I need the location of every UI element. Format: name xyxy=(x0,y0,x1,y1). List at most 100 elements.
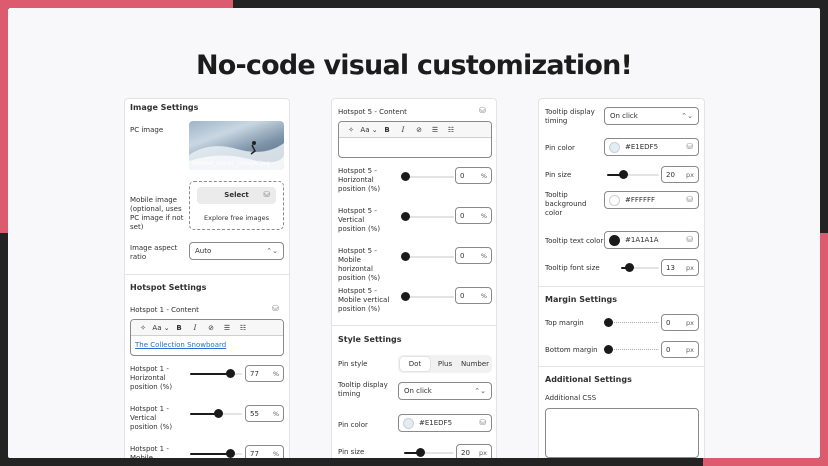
pin-color-label: Pin color xyxy=(545,144,575,152)
pin-size-input[interactable]: 20 px xyxy=(661,166,699,183)
pin-color-input[interactable]: #E1EDF5 ⛁ xyxy=(604,138,699,156)
hotspot1-rich-text-editor[interactable]: ✧ Aa ⌄ B I ⊘ ☰ ☷ The Collection Snowboar… xyxy=(130,319,284,356)
database-icon[interactable]: ⛁ xyxy=(479,106,486,115)
tooltip-font-size-label: Tooltip font size xyxy=(545,264,600,272)
mh1-position-input[interactable]: 77% xyxy=(245,445,284,458)
hotspot1-content-label: Hotspot 1 - Content xyxy=(130,306,199,314)
v1-position-input[interactable]: 55% xyxy=(245,405,284,422)
color-swatch[interactable] xyxy=(403,418,414,429)
mv5-slider-thumb[interactable] xyxy=(401,292,410,301)
mh1-slider-thumb[interactable] xyxy=(226,449,235,458)
mh5-position-input[interactable]: 0% xyxy=(455,247,492,264)
pin-style-segmented-control[interactable]: Dot Plus Number xyxy=(398,355,492,373)
divider xyxy=(539,366,704,367)
numbered-list-icon[interactable]: ☷ xyxy=(443,126,459,134)
h5-value: 0 xyxy=(460,171,465,180)
unit-label: % xyxy=(480,251,487,260)
bg-accent-left xyxy=(0,0,8,233)
aspect-ratio-label: Image aspect ratio xyxy=(130,244,178,261)
section-title-margin: Margin Settings xyxy=(545,295,618,304)
section-title-style: Style Settings xyxy=(338,335,402,344)
timing-select[interactable]: On click ⌃⌄ xyxy=(398,382,492,400)
aspect-ratio-select[interactable]: Auto ⌃⌄ xyxy=(189,242,284,260)
select-button[interactable]: Select ⛁ xyxy=(197,187,276,204)
text-style-icon[interactable]: Aa ⌄ xyxy=(151,324,171,332)
timing-value: On click xyxy=(610,112,638,120)
database-icon: ⛁ xyxy=(686,195,693,204)
database-icon[interactable]: ⛁ xyxy=(272,304,279,313)
pc-image-thumbnail[interactable]: theme_cover_image.jpg xyxy=(189,121,284,170)
color-swatch[interactable] xyxy=(609,142,620,153)
tooltip-font-size-input[interactable]: 13 px xyxy=(661,259,699,276)
h5-position-input[interactable]: 0% xyxy=(455,167,492,184)
link-icon[interactable]: ⊘ xyxy=(203,324,219,332)
unit-label: px xyxy=(479,448,487,457)
italic-icon[interactable]: I xyxy=(187,324,203,332)
hotspot5-content-label: Hotspot 5 - Content xyxy=(338,108,407,116)
pin-size-slider-thumb[interactable] xyxy=(619,170,628,179)
bullet-list-icon[interactable]: ☰ xyxy=(219,324,235,332)
tooltip-text-color-label: Tooltip text color xyxy=(545,237,604,245)
rte-link-text[interactable]: The Collection Snowboard xyxy=(131,336,283,354)
v5-slider-track[interactable] xyxy=(404,216,454,218)
mv5-position-input[interactable]: 0% xyxy=(455,287,492,304)
tooltip-text-color-input[interactable]: #1A1A1A ⛁ xyxy=(604,231,699,249)
text-style-icon[interactable]: Aa ⌄ xyxy=(359,126,379,134)
tooltip-font-slider-thumb[interactable] xyxy=(625,263,634,272)
mh5-position-label: Hotspot 5 - Mobile horizontal position (… xyxy=(338,247,381,282)
color-swatch[interactable] xyxy=(609,235,620,246)
v5-slider-thumb[interactable] xyxy=(401,212,410,221)
hotspot5-rich-text-editor[interactable]: ✧ Aa ⌄ B I ⊘ ☰ ☷ xyxy=(338,121,492,158)
top-margin-slider-thumb[interactable] xyxy=(604,318,613,327)
pin-style-number[interactable]: Number xyxy=(460,357,490,371)
numbered-list-icon[interactable]: ☷ xyxy=(235,324,251,332)
additional-css-textarea[interactable] xyxy=(545,408,699,458)
v1-slider-thumb[interactable] xyxy=(214,409,223,418)
v5-position-input[interactable]: 0% xyxy=(455,207,492,224)
section-title-additional: Additional Settings xyxy=(545,375,632,384)
color-swatch[interactable] xyxy=(609,195,620,206)
h5-slider-thumb[interactable] xyxy=(401,172,410,181)
pin-color-value: #E1EDF5 xyxy=(419,419,453,427)
link-icon[interactable]: ⊘ xyxy=(411,126,427,134)
bold-icon[interactable]: B xyxy=(379,126,395,134)
divider xyxy=(539,286,704,287)
pin-style-dot[interactable]: Dot xyxy=(400,357,430,371)
timing-select[interactable]: On click ⌃⌄ xyxy=(604,107,699,125)
top-margin-input[interactable]: 0 px xyxy=(661,314,699,331)
bottom-margin-slider-thumb[interactable] xyxy=(604,345,613,354)
mh5-slider-track[interactable] xyxy=(404,256,454,258)
mobile-image-dropzone[interactable]: Select ⛁ Explore free images xyxy=(189,181,284,230)
pc-image-label: PC image xyxy=(130,126,164,134)
h1-position-input[interactable]: 77% xyxy=(245,365,284,382)
pin-color-input[interactable]: #E1EDF5 ⛁ xyxy=(398,414,492,432)
pin-size-input[interactable]: 20 px xyxy=(456,444,492,458)
italic-icon[interactable]: I xyxy=(395,126,411,134)
bullet-list-icon[interactable]: ☰ xyxy=(427,126,443,134)
database-icon: ⛁ xyxy=(686,235,693,244)
h1-slider-thumb[interactable] xyxy=(226,369,235,378)
bottom-margin-label: Bottom margin xyxy=(545,346,598,354)
mh1-position-label: Hotspot 1 - Mobile horizontal position (… xyxy=(130,445,169,458)
unit-label: % xyxy=(480,291,487,300)
magic-icon[interactable]: ✧ xyxy=(343,126,359,134)
explore-free-images-link[interactable]: Explore free images xyxy=(190,214,283,222)
mh1-value: 77 xyxy=(250,449,259,458)
pin-color-label: Pin color xyxy=(338,421,368,429)
pin-size-slider-thumb[interactable] xyxy=(416,448,425,457)
bold-icon[interactable]: B xyxy=(171,324,187,332)
v1-value: 55 xyxy=(250,409,259,418)
pin-size-value: 20 xyxy=(461,448,470,457)
tooltip-bg-input[interactable]: #FFFFFF ⛁ xyxy=(604,191,699,209)
magic-icon[interactable]: ✧ xyxy=(135,324,151,332)
v1-position-label: Hotspot 1 - Vertical position (%) xyxy=(130,405,173,431)
rte-toolbar: ✧ Aa ⌄ B I ⊘ ☰ ☷ xyxy=(131,320,283,336)
pin-style-plus[interactable]: Plus xyxy=(430,357,460,371)
mv5-slider-track[interactable] xyxy=(404,296,454,298)
top-margin-slider-track[interactable] xyxy=(607,322,659,324)
mh5-slider-thumb[interactable] xyxy=(401,252,410,261)
headline: No-code visual customization! xyxy=(195,50,633,81)
bottom-margin-input[interactable]: 0 px xyxy=(661,341,699,358)
bottom-margin-slider-track[interactable] xyxy=(607,349,659,351)
h5-slider-track[interactable] xyxy=(404,176,454,178)
